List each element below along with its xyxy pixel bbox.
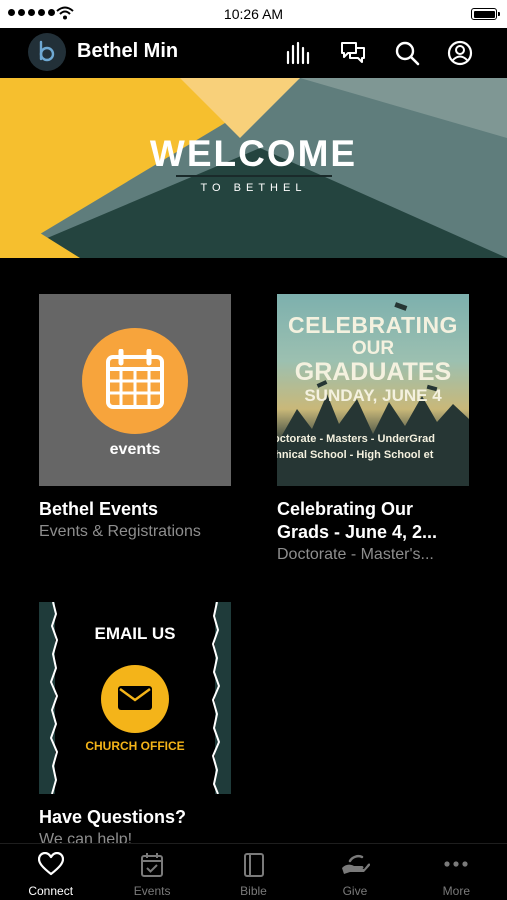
graduates-thumbnail: CELEBRATING OUR GRADUATES SUNDAY, JUNE 4… [277, 294, 469, 486]
email-badge [101, 665, 169, 733]
tab-label: Bible [240, 884, 267, 898]
battery-icon [471, 8, 500, 20]
envelope-icon [118, 686, 152, 710]
book-icon [243, 853, 264, 877]
tab-label: Give [342, 884, 368, 898]
church-office-label: CHURCH OFFICE [85, 739, 185, 753]
events-badge [82, 328, 188, 434]
welcome-banner[interactable]: WELCOME TO BETHEL [0, 78, 507, 258]
graduates-heading-3: GRADUATES [294, 358, 452, 386]
banner-divider [176, 175, 332, 177]
tab-events[interactable]: Events [101, 844, 202, 900]
banner-title: WELCOME [149, 133, 358, 174]
tab-more[interactable]: More [406, 844, 507, 900]
card-subtitle: Doctorate - Master's... [277, 546, 434, 563]
app-logo[interactable] [28, 33, 66, 71]
tab-label: Connect [28, 884, 74, 898]
app-title: Bethel Min [77, 40, 179, 62]
give-hand-icon [341, 854, 370, 874]
calendar-icon [141, 853, 164, 877]
tab-give[interactable]: Give [304, 844, 405, 900]
bottom-tab-bar: Connect Events Bible Give More [0, 843, 507, 900]
card-bethel-events[interactable]: events Bethel Events Events & Registrati… [39, 294, 231, 543]
audio-icon[interactable] [285, 40, 311, 66]
status-time: 10:26 AM [223, 6, 284, 22]
heart-icon [37, 852, 64, 876]
tab-label: More [442, 884, 470, 898]
card-title: Celebrating Our [277, 499, 414, 519]
chat-icon[interactable] [340, 40, 366, 66]
events-thumbnail-label: events [109, 441, 161, 458]
graduates-heading-1: CELEBRATING [288, 312, 458, 338]
card-title: Bethel Events [39, 499, 159, 519]
banner-subtitle: TO BETHEL [200, 182, 307, 194]
email-thumbnail: EMAIL US CHURCH OFFICE [39, 602, 231, 794]
card-celebrating-grads[interactable]: CELEBRATING OUR GRADUATES SUNDAY, JUNE 4… [277, 294, 469, 566]
calendar-icon [106, 349, 164, 409]
events-thumbnail: events [39, 294, 231, 486]
graduates-heading-2: OUR [351, 338, 395, 359]
card-have-questions[interactable]: EMAIL US CHURCH OFFICE Have Questions? W… [39, 602, 231, 851]
email-heading: EMAIL US [94, 624, 176, 643]
graduates-degrees-2: chnical School - High School et [277, 449, 434, 461]
status-bar: 10:26 AM [0, 0, 507, 28]
tab-connect[interactable]: Connect [0, 844, 101, 900]
bethel-logo-icon [39, 40, 55, 62]
more-dots-icon [444, 861, 468, 867]
profile-icon[interactable] [447, 40, 473, 66]
tab-label: Events [133, 884, 171, 898]
graduates-degrees-1: octorate - Masters - UnderGrad [277, 433, 435, 445]
card-title-line2: Grads - June 4, 2... [277, 522, 438, 542]
search-icon[interactable] [394, 40, 420, 66]
card-subtitle: Events & Registrations [39, 523, 201, 540]
app-header: Bethel Min [0, 28, 507, 78]
card-title: Have Questions? [39, 807, 187, 827]
tab-bible[interactable]: Bible [203, 844, 304, 900]
graduates-date: SUNDAY, JUNE 4 [304, 386, 442, 405]
